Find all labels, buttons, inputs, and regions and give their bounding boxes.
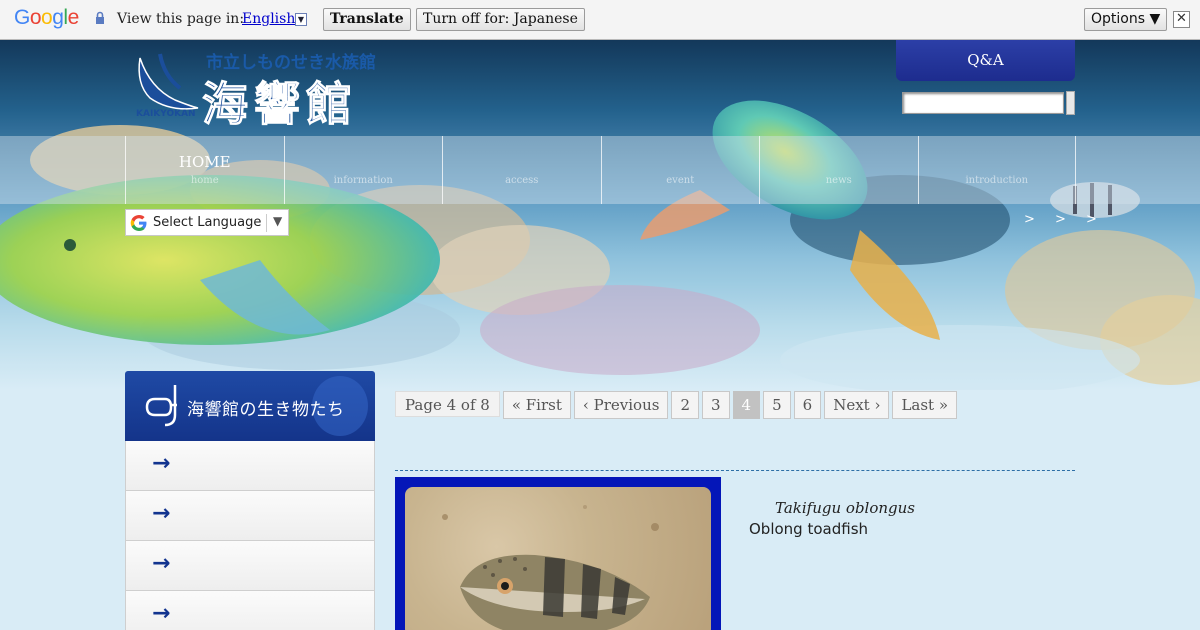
nav-item-information[interactable]: information xyxy=(283,136,443,204)
page-link-3[interactable]: 3 xyxy=(702,391,730,419)
translate-button[interactable]: Translate xyxy=(323,8,411,31)
nav-sublabel: access xyxy=(505,175,539,186)
google-logo: Google xyxy=(14,6,79,29)
nav-sublabel: news xyxy=(825,175,852,186)
nav-item-access[interactable]: access xyxy=(442,136,601,204)
options-button[interactable]: Options ▼ xyxy=(1084,8,1168,31)
sidebar-item[interactable]: → xyxy=(125,541,375,591)
creature-image xyxy=(405,487,711,630)
arrow-right-icon: → xyxy=(152,451,171,476)
previous-page-link[interactable]: ‹ Previous xyxy=(573,391,669,419)
site-logo[interactable]: 市立しものせき水族館 海響館 KAIKYOKAN xyxy=(130,46,380,132)
lock-icon xyxy=(96,11,104,24)
language-dropdown-icon[interactable]: ▼ xyxy=(295,13,307,26)
nav-sublabel: introduction xyxy=(965,175,1029,186)
pagination: Page 4 of 8 « First ‹ Previous 2 3 4 5 6… xyxy=(395,391,960,419)
nav-item-introduction[interactable]: introduction xyxy=(917,136,1076,204)
current-page: 4 xyxy=(732,391,761,419)
arrow-right-icon: → xyxy=(152,551,171,576)
nav-item-home[interactable]: HOME home xyxy=(125,136,284,204)
sidebar-item[interactable]: → xyxy=(125,491,375,541)
page-link-5[interactable]: 5 xyxy=(763,391,791,419)
creature-photo[interactable] xyxy=(395,477,721,630)
content-divider xyxy=(395,470,1075,471)
pufferfish-image xyxy=(442,505,659,630)
page-link-2[interactable]: 2 xyxy=(671,391,699,419)
qa-button[interactable]: Q&A xyxy=(896,40,1075,81)
google-g-icon xyxy=(130,215,147,231)
sidebar-header: 海響館の生き物たち xyxy=(125,371,375,441)
sidebar-item[interactable]: → xyxy=(125,591,375,630)
creature-scientific-name: Takifugu oblongus xyxy=(775,499,915,517)
nav-label: HOME xyxy=(178,153,231,171)
whale-tail-icon xyxy=(138,53,199,110)
page-link-6[interactable]: 6 xyxy=(793,391,822,419)
last-page-link[interactable]: Last » xyxy=(892,391,958,419)
nav-sublabel: home xyxy=(190,175,219,186)
page-info: Page 4 of 8 xyxy=(395,391,500,417)
nav-item-event[interactable]: event xyxy=(600,136,760,204)
sidebar-title: 海響館の生き物たち xyxy=(187,400,345,420)
creature-common-name: Oblong toadfish xyxy=(749,520,869,538)
nav-sublabel: event xyxy=(666,175,695,186)
translate-bar: Google View this page in: English ▼ Tran… xyxy=(0,0,1200,40)
sidebar-item[interactable]: → xyxy=(125,441,375,491)
arrow-right-icon: → xyxy=(152,501,171,526)
language-link[interactable]: English xyxy=(242,11,295,27)
close-icon[interactable]: ✕ xyxy=(1173,11,1190,28)
divider xyxy=(266,214,267,232)
main-nav: HOME home information access event news … xyxy=(0,136,1200,204)
select-language-label: Select Language xyxy=(153,215,262,230)
dropdown-arrow-icon: ▼ xyxy=(273,214,283,228)
search-button[interactable] xyxy=(1066,91,1075,115)
next-page-link[interactable]: Next › xyxy=(824,391,890,419)
arrow-right-icon: → xyxy=(152,601,171,626)
nav-sublabel: information xyxy=(333,175,393,186)
view-page-label: View this page in: xyxy=(117,11,245,27)
nav-item-news[interactable]: news xyxy=(759,136,918,204)
logo-name: 海響館 xyxy=(202,77,358,132)
turn-off-button[interactable]: Turn off for: Japanese xyxy=(416,8,585,31)
search-input[interactable] xyxy=(902,92,1064,114)
breadcrumb-chevrons: > > > xyxy=(1024,212,1105,227)
first-page-link[interactable]: « First xyxy=(502,391,571,419)
logo-english: KAIKYOKAN xyxy=(136,109,196,119)
select-language-dropdown[interactable]: Select Language ▼ xyxy=(125,209,289,236)
